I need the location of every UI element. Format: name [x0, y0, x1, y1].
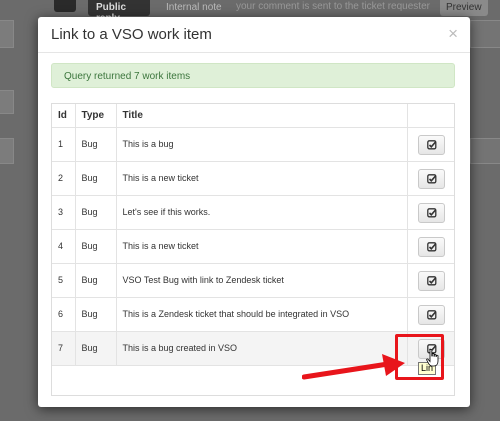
- link-button[interactable]: [418, 169, 446, 189]
- cell-type: Bug: [75, 331, 117, 366]
- cell-id: 1: [52, 127, 76, 162]
- table-row: 4 Bug This is a new ticket: [52, 229, 454, 264]
- link-button[interactable]: [418, 305, 446, 325]
- cell-title: This is a new ticket: [116, 229, 408, 264]
- cell-title: This is a new ticket: [116, 161, 408, 196]
- avatar: [54, 0, 76, 12]
- background-field: [0, 138, 14, 164]
- cell-title: VSO Test Bug with link to Zendesk ticket: [116, 263, 408, 298]
- background-field: [0, 90, 14, 114]
- cell-id: 4: [52, 229, 76, 264]
- table-row: 6 Bug This is a Zendesk ticket that shou…: [52, 297, 454, 332]
- cell-title: Let's see if this works.: [116, 195, 408, 230]
- link-button[interactable]: [418, 135, 446, 155]
- preview-button[interactable]: Preview: [440, 0, 488, 16]
- cell-id: 6: [52, 297, 76, 332]
- annotation-arrow: [302, 354, 405, 380]
- tab-internal-note[interactable]: Internal note: [158, 0, 230, 16]
- cell-type: Bug: [75, 195, 117, 230]
- dialog-header: Link to a VSO work item ×: [38, 17, 470, 53]
- hand-cursor-icon: [426, 349, 439, 367]
- cell-type: Bug: [75, 297, 117, 332]
- cell-id: 2: [52, 161, 76, 196]
- check-square-icon: [427, 208, 437, 218]
- cell-type: Bug: [75, 127, 117, 162]
- background-panel: [470, 20, 500, 48]
- cell-type: Bug: [75, 263, 117, 298]
- cell-title: This is a bug: [116, 127, 408, 162]
- background-panel: [470, 138, 500, 164]
- cell-title: This is a Zendesk ticket that should be …: [116, 297, 408, 332]
- table-row: 2 Bug This is a new ticket: [52, 161, 454, 196]
- column-header-type: Type: [75, 104, 117, 128]
- dialog-title: Link to a VSO work item: [51, 26, 212, 43]
- cell-id: 3: [52, 195, 76, 230]
- check-square-icon: [427, 310, 437, 320]
- cell-id: 7: [52, 331, 76, 366]
- query-result-alert: Query returned 7 work items: [51, 63, 455, 88]
- check-square-icon: [427, 174, 437, 184]
- cell-type: Bug: [75, 161, 117, 196]
- column-header-action: [407, 104, 454, 128]
- link-button[interactable]: [418, 271, 446, 291]
- table-row: 3 Bug Let's see if this works.: [52, 195, 454, 230]
- check-square-icon: [427, 276, 437, 286]
- check-square-icon: [427, 140, 437, 150]
- column-header-id: Id: [52, 104, 76, 128]
- link-button[interactable]: [418, 237, 446, 257]
- table-row: 1 Bug This is a bug: [52, 127, 454, 162]
- table-header-row: Id Type Title: [52, 104, 454, 128]
- cell-type: Bug: [75, 229, 117, 264]
- check-square-icon: [427, 242, 437, 252]
- link-button[interactable]: [418, 203, 446, 223]
- close-icon[interactable]: ×: [448, 25, 458, 42]
- reply-hint-text: your comment is sent to the ticket reque…: [236, 1, 430, 12]
- background-field: [0, 20, 14, 48]
- table-row: 5 Bug VSO Test Bug with link to Zendesk …: [52, 263, 454, 298]
- column-header-title: Title: [116, 104, 408, 128]
- cell-id: 5: [52, 263, 76, 298]
- tab-public-reply[interactable]: Public reply: [88, 0, 150, 24]
